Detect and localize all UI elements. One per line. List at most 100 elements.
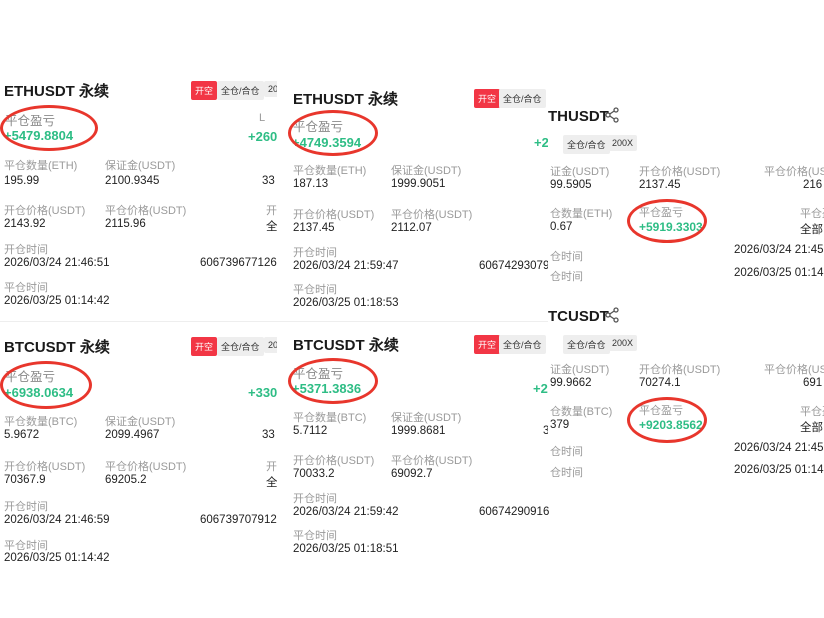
margin-mode-badge: 全仓/合仓 [563,335,610,354]
roi-value: +260 [248,129,277,144]
open-time-label: 仓时间 [550,446,583,458]
partial-value: 33 [262,175,275,187]
roi-value: +2 [534,135,549,150]
close-time-value-text: 2026/03/25 01:14:42 [4,552,110,564]
cut-label: 开仓价格 [266,461,277,473]
roi-value: +2 [533,381,548,396]
qty-label: 平仓数量(BTC) [4,416,78,428]
share-icon[interactable] [604,307,620,328]
close-time-value: 2026/03/25 01:14:42 [4,295,110,307]
pnl-label-cut: 平仓盈 [800,208,824,220]
pnl-label-cut: 平仓盈 [800,406,824,418]
card-title: TCUSDT [548,308,609,325]
leverage-badge: 20 [264,337,277,353]
margin-label: 保证金(USDT) [105,416,176,428]
margin-value: 1999.9051 [391,178,446,190]
margin-mode-badge: 全仓/合仓 [217,81,264,100]
position-card-btc-2[interactable]: BTCUSDT 永续 开空 全仓/合仓 平仓盈亏 +5371.3836 +2 平… [278,328,550,568]
margin-label: 证金(USDT) [550,364,610,376]
qty-label: 平仓数量(ETH) [293,165,367,177]
open-time-value: 2026/03/24 21:59:42 [293,506,399,518]
close-price-label: 平仓价格(USDT) [105,205,187,217]
qty-value: 187.13 [293,178,329,190]
close-price-label: 平仓价格(USDT) [764,364,824,376]
close-time-value: 2026/03/25 01:14 [734,464,824,476]
order-id: 606739677126 [200,257,277,269]
qty-label: 仓数量(ETH) [550,208,613,220]
order-id: 60674293079 [479,260,550,272]
roi-value: +330 [248,385,277,400]
close-price-label: 平仓价格(USDT) [391,455,473,467]
close-time-label: 仓时间 [550,271,583,283]
highlight-ring [627,199,707,243]
margin-mode-badge: 全仓/合仓 [217,337,264,356]
qty-value: 379 [550,419,570,431]
margin-value: 2099.4967 [105,429,160,441]
margin-mode-badge: 全仓/合仓 [563,135,610,154]
open-time-value: 2026/03/24 21:45 [734,244,824,256]
close-time-value: 2026/03/25 01:18:51 [293,543,399,555]
open-price-label: 开仓价格(USDT) [639,166,721,178]
open-price-value: 2143.92 [4,218,46,230]
highlight-ring [0,361,92,409]
position-card-btc-3[interactable]: TCUSDT 全仓/合仓 200X 证金(USDT) 99.9662 开仓价格(… [548,302,824,492]
qty-label: 平仓数量(ETH) [4,160,78,172]
open-time-value: 2026/03/24 21:46:59 [4,514,110,526]
position-card-eth-3[interactable]: THUSDT 全仓/合仓 200X 证金(USDT) 99.5905 开仓价格(… [548,100,824,290]
close-price-value: 2115.96 [105,218,146,230]
close-price-value: 691 [803,377,823,389]
card-title: THUSDT [548,108,609,125]
open-short-badge: 开空 [191,81,218,100]
open-time-value: 2026/03/24 21:59:47 [293,260,399,272]
cut-label: 开仓价格 [266,205,277,217]
cut-value: 全 [266,477,277,489]
highlight-ring [627,397,707,443]
close-price-label: 平仓价格(USDT) [764,166,824,178]
mode-value-cut: 全部 [800,422,823,434]
open-time-value: 2026/03/24 21:45 [734,442,824,454]
margin-label: 保证金(USDT) [105,160,176,172]
position-card-btc-1[interactable]: BTCUSDT 永续 开空 全仓/合仓 20 平仓盈亏 +6938.0634 +… [0,330,277,570]
close-price-value: 69205.2 [105,474,147,486]
open-price-value: 70367.9 [4,474,46,486]
margin-mode-badge: 全仓/合仓 [499,89,546,108]
open-time-label: 仓时间 [550,251,583,263]
open-price-label: 开仓价格(USDT) [4,205,86,217]
open-time-label: 开仓时间 [4,244,48,256]
close-time-label: 平仓时间 [4,540,48,552]
order-id: 60674290916 [479,506,550,518]
open-price-label: 开仓价格(USDT) [293,209,375,221]
open-price-label: 开仓价格(USDT) [639,364,721,376]
open-short-badge: 开空 [474,335,501,354]
highlight-ring [0,105,98,151]
open-price-value: 2137.45 [293,222,335,234]
open-price-value: 70274.1 [639,377,681,389]
margin-label: 保证金(USDT) [391,165,462,177]
share-icon[interactable] [604,107,620,128]
card-title: ETHUSDT 永续 [4,83,110,100]
margin-value: 99.5905 [550,179,592,191]
close-time-value: 2026/03/25 01:14 [734,267,824,279]
margin-value: 1999.8681 [391,425,446,437]
position-card-eth-2[interactable]: ETHUSDT 永续 开空 全仓/合仓 平仓盈亏 +4749.3594 +2 平… [278,80,550,320]
card-title: BTCUSDT 永续 [4,339,110,356]
position-card-eth-1[interactable]: ETHUSDT 永续 开空 全仓/合仓 20 平仓盈亏 +5479.8804 L… [0,72,277,317]
open-price-label: 开仓价格(USDT) [4,461,86,473]
open-price-value: 2137.45 [639,179,681,191]
close-time-label: 仓时间 [550,467,583,479]
close-time-label: 平仓时间 [293,284,337,296]
close-time-label: 平仓时间 [293,530,337,542]
close-price-value: 216 [803,179,823,191]
close-time-label: 平仓时间 [4,282,48,294]
margin-mode-badge: 全仓/合仓 [499,335,546,354]
margin-label: 保证金(USDT) [391,412,462,424]
close-time-value: 2026/03/25 01:18:53 [293,297,399,309]
mode-value-cut: 全部 [800,224,823,236]
leverage-badge: 200X [608,335,638,351]
qty-value: 5.9672 [4,429,40,441]
qty-value: 0.67 [550,221,573,233]
highlight-ring [288,358,378,404]
qty-value: 5.7112 [293,425,328,437]
partial-value: 33 [262,429,275,441]
close-price-value: 69092.7 [391,468,433,480]
